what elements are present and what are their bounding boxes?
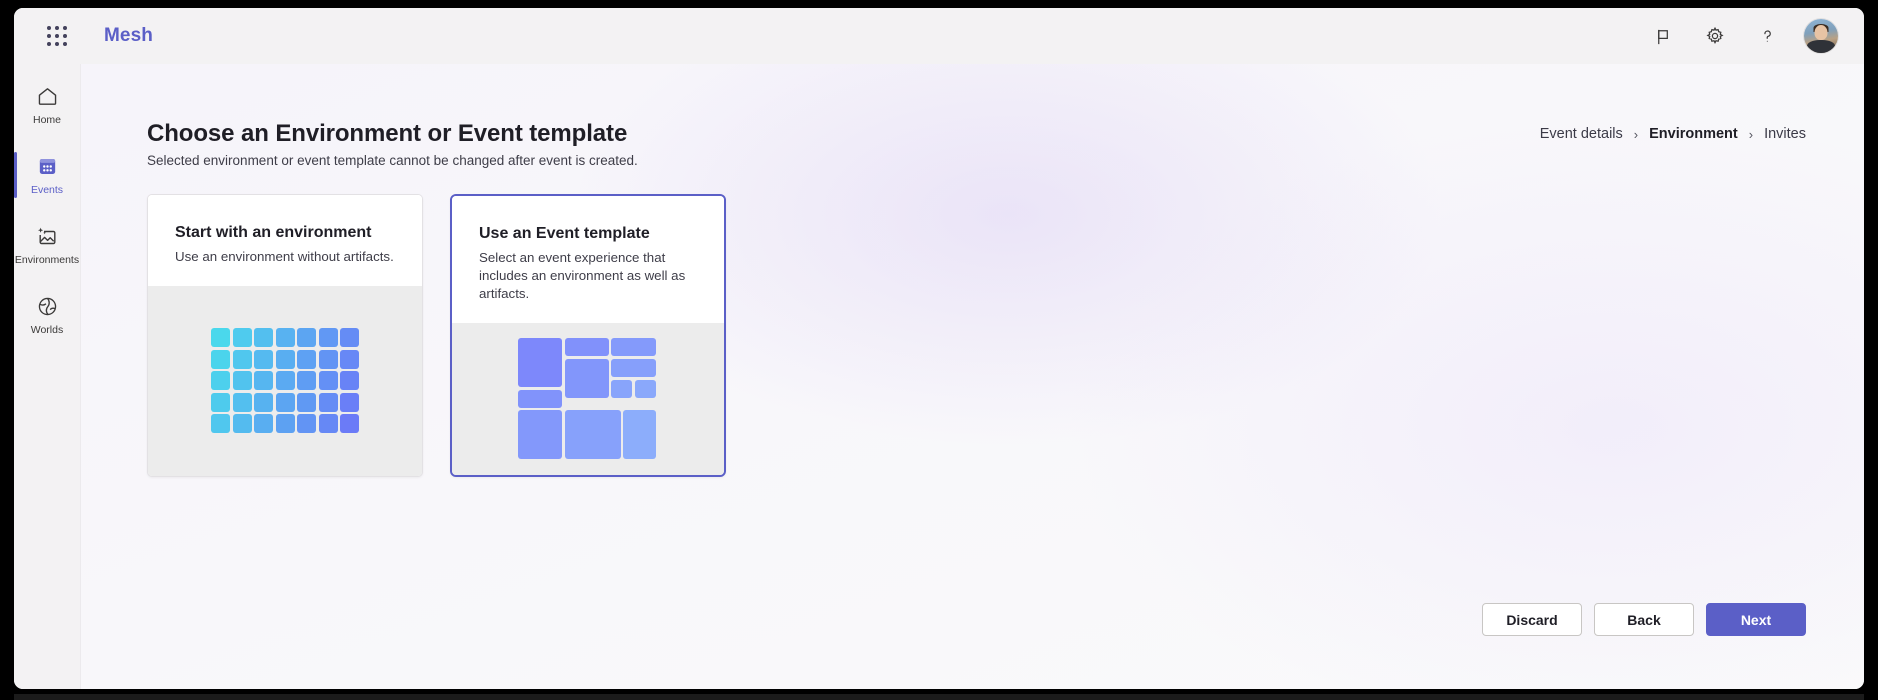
card-title: Use an Event template [479, 225, 650, 242]
page-header: Choose an Environment or Event template … [147, 120, 638, 168]
next-button[interactable]: Next [1706, 603, 1806, 636]
page-subtitle: Selected environment or event template c… [147, 153, 638, 168]
avatar-head [1814, 25, 1828, 41]
template-choice-cards: Start with an environment Use an environ… [147, 194, 726, 477]
sidebar-item-label: Events [30, 183, 64, 196]
mosaic-tile [611, 379, 633, 398]
grid-tile [232, 371, 252, 391]
grid-tile [275, 349, 295, 369]
grid-tile [275, 371, 295, 391]
grid-tile [297, 371, 316, 391]
grid-tile [340, 414, 359, 434]
avatar-body [1807, 40, 1835, 53]
waffle-dots [46, 25, 68, 47]
mosaic-tile [518, 410, 563, 460]
grid-tile [297, 328, 316, 348]
grid-tile [232, 328, 252, 348]
card-description: Select an event experience that includes… [479, 250, 686, 301]
grid-tile [211, 371, 230, 391]
card-artwork-grid [148, 285, 422, 476]
grid-tile [275, 392, 295, 412]
help-icon[interactable] [1752, 21, 1782, 51]
topbar-actions [1648, 19, 1838, 53]
grid-tile [318, 349, 338, 369]
grid-tile [232, 414, 252, 434]
grid-tile [254, 392, 273, 412]
brand-title[interactable]: Mesh [104, 25, 153, 47]
chevron-right-icon: › [1748, 126, 1754, 142]
breadcrumb: Event details › Environment › Invites [1540, 126, 1806, 142]
app-window: Mesh Home Events Environments Worlds Cho… [14, 8, 1864, 689]
grid-tile [340, 392, 359, 412]
grid-tile [340, 371, 359, 391]
card-start-with-environment[interactable]: Start with an environment Use an environ… [147, 194, 423, 477]
mosaic-tile [623, 410, 656, 460]
breadcrumb-item-invites[interactable]: Invites [1764, 126, 1806, 142]
breadcrumb-item-event-details[interactable]: Event details [1540, 126, 1623, 142]
footer-actions: Discard Back Next [1482, 603, 1806, 636]
grid-tile [232, 392, 252, 412]
sidebar-item-label: Environments [14, 253, 80, 266]
grid-tile [297, 349, 316, 369]
page-title: Choose an Environment or Event template [147, 120, 628, 147]
grid-tile [275, 328, 295, 348]
grid-tile [232, 349, 252, 369]
grid-tile [297, 414, 316, 434]
card-title: Start with an environment [175, 224, 372, 241]
sidebar-item-environments[interactable]: Environments [14, 210, 80, 280]
grid-tile [211, 349, 230, 369]
mosaic-tile [564, 410, 621, 460]
grid-tile [318, 328, 338, 348]
gear-icon[interactable] [1700, 21, 1730, 51]
mosaic-tiles [518, 338, 658, 460]
mosaic-tile [518, 338, 563, 388]
grid-tile [340, 349, 359, 369]
breadcrumb-item-environment[interactable]: Environment [1649, 126, 1738, 142]
avatar[interactable] [1804, 19, 1838, 53]
mosaic-tile [611, 338, 656, 357]
mosaic-tile [634, 379, 656, 398]
sidebar-item-events[interactable]: Events [14, 140, 80, 210]
grid-tile [254, 349, 273, 369]
flag-icon[interactable] [1648, 21, 1678, 51]
grid-tile [318, 414, 338, 434]
sidebar-item-label: Worlds [30, 323, 64, 336]
card-header: Start with an environment Use an environ… [148, 195, 422, 286]
mosaic-tile [611, 358, 656, 378]
discard-button[interactable]: Discard [1482, 603, 1582, 636]
grid-tile [254, 328, 273, 348]
card-header: Use an Event template Select an event ex… [452, 196, 724, 323]
sidebar: Home Events Environments Worlds [14, 64, 80, 689]
grid-tile [297, 392, 316, 412]
back-button[interactable]: Back [1594, 603, 1694, 636]
sidebar-item-label: Home [32, 113, 61, 126]
grid-tiles [211, 328, 359, 434]
cut-off-bottom-strip [14, 694, 1864, 700]
app-launcher-icon[interactable] [34, 16, 80, 56]
card-artwork-mosaic [452, 322, 724, 475]
main-content: Choose an Environment or Event template … [80, 64, 1864, 689]
home-icon [36, 84, 59, 110]
mosaic-tile [518, 389, 563, 408]
card-description: Use an environment without artifacts. [175, 249, 394, 264]
grid-tile [211, 328, 230, 348]
calendar-icon [36, 154, 59, 180]
sidebar-item-worlds[interactable]: Worlds [14, 280, 80, 350]
mosaic-tile [564, 338, 609, 357]
card-use-event-template[interactable]: Use an Event template Select an event ex… [450, 194, 726, 477]
grid-tile [254, 414, 273, 434]
grid-tile [254, 371, 273, 391]
grid-tile [318, 392, 338, 412]
chevron-right-icon: › [1633, 126, 1639, 142]
globe-icon [36, 294, 59, 320]
grid-tile [318, 371, 338, 391]
sidebar-item-home[interactable]: Home [14, 70, 80, 140]
top-bar: Mesh [14, 8, 1864, 64]
grid-tile [275, 414, 295, 434]
grid-tile [211, 414, 230, 434]
grid-tile [340, 328, 359, 348]
grid-tile [211, 392, 230, 412]
mosaic-tile [564, 358, 609, 398]
image-sparkle-icon [35, 224, 59, 250]
